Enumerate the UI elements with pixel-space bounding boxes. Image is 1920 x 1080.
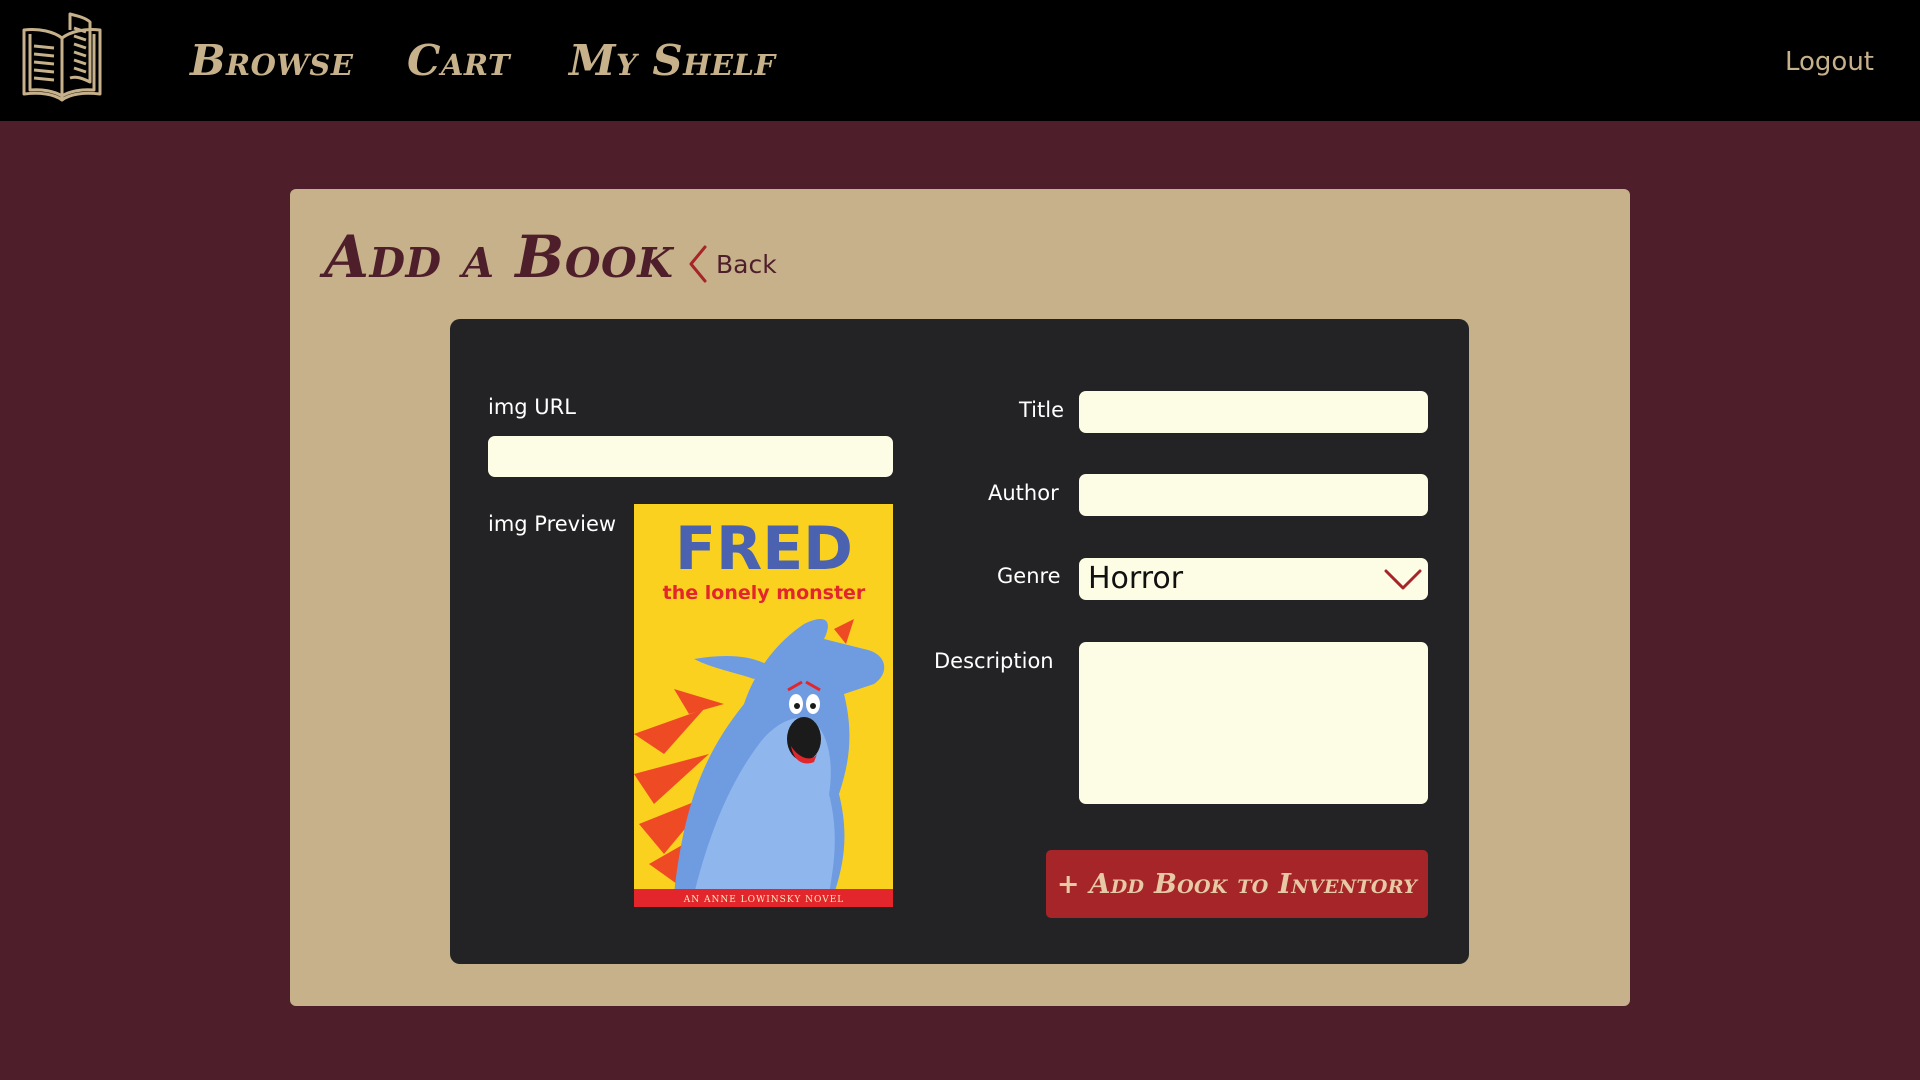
cover-subtitle: the lonely monster [663, 582, 866, 604]
description-textarea[interactable] [1079, 642, 1428, 804]
add-book-panel: Add a Book Back img URL img Preview FRED… [290, 189, 1630, 1006]
genre-value: Horror [1088, 561, 1184, 596]
back-label: Back [716, 249, 777, 279]
img-url-label: img URL [488, 395, 576, 419]
cover-footer: AN ANNE LOWINSKY NOVEL [683, 895, 845, 905]
open-book-icon[interactable] [12, 10, 112, 110]
author-input[interactable] [1079, 474, 1428, 516]
title-label: Title [1019, 398, 1065, 422]
chevron-down-icon [1384, 569, 1422, 590]
description-label: Description [934, 649, 1054, 673]
title-input[interactable] [1079, 391, 1428, 433]
add-book-to-inventory-button[interactable]: + Add Book to Inventory [1046, 850, 1428, 918]
genre-label: Genre [997, 564, 1061, 588]
genre-select[interactable]: Horror [1079, 558, 1428, 600]
chevron-left-icon [689, 245, 707, 283]
author-label: Author [988, 481, 1059, 505]
book-cover-preview: FRED the lonely monster AN ANNE LOWINSKY… [634, 504, 893, 907]
img-preview-label: img Preview [488, 512, 617, 536]
img-url-input[interactable] [488, 436, 893, 477]
top-navbar: Browse Cart My Shelf Logout [0, 0, 1920, 121]
back-link[interactable]: Back [688, 244, 777, 284]
add-book-form: img URL img Preview FRED the lonely mons… [450, 319, 1469, 964]
nav-cart[interactable]: Cart [407, 36, 510, 86]
page-title: Add a Book [324, 223, 674, 291]
nav-browse[interactable]: Browse [190, 36, 353, 86]
cover-title: FRED [675, 514, 853, 584]
logout-link[interactable]: Logout [1785, 44, 1874, 80]
nav-my-shelf[interactable]: My Shelf [569, 36, 776, 86]
